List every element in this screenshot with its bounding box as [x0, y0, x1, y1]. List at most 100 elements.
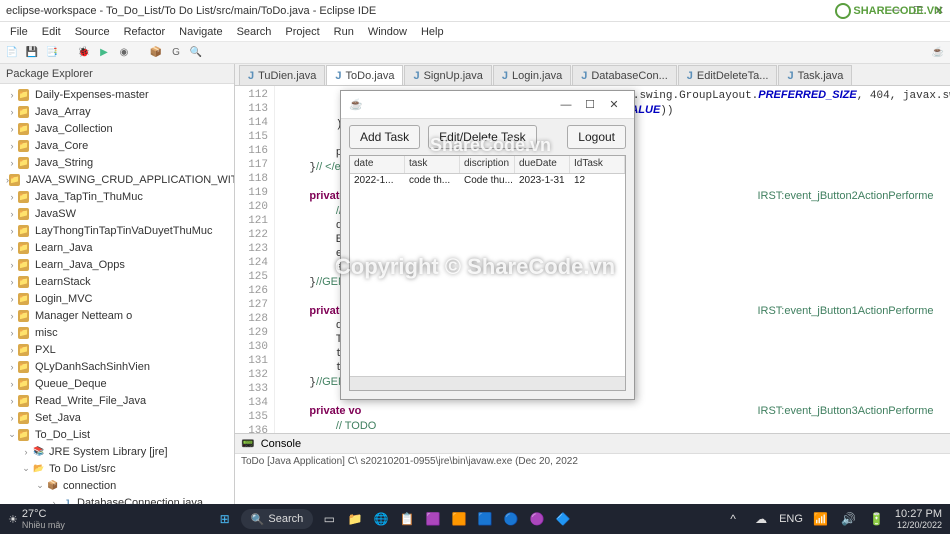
main-toolbar: 📄 💾 📑 🐞 ▶ ◉ 📦 G 🔍 ☕: [0, 42, 950, 64]
menu-navigate[interactable]: Navigate: [173, 24, 228, 40]
menu-edit[interactable]: Edit: [36, 24, 67, 40]
tray-chevron-icon[interactable]: ^: [723, 509, 743, 529]
console-title[interactable]: Console: [261, 438, 301, 450]
tree-item[interactable]: ›📁JavaSW: [0, 205, 234, 222]
java-file-icon: J: [787, 70, 793, 82]
package-explorer-tree[interactable]: ›📁Daily-Expenses-master›📁Java_Array›📁Jav…: [0, 84, 234, 513]
language-indicator[interactable]: ENG: [779, 513, 803, 525]
menu-project[interactable]: Project: [279, 24, 325, 40]
windows-taskbar[interactable]: ☀ 27°C Nhiều mây ⊞ 🔍Search ▭ 📁 🌐 📋 🟪 🟧 🟦…: [0, 504, 950, 534]
tree-item[interactable]: ›📁Read_Write_File_Java: [0, 392, 234, 409]
menu-window[interactable]: Window: [362, 24, 413, 40]
tree-item[interactable]: ›📁LearnStack: [0, 273, 234, 290]
dialog-titlebar[interactable]: ☕ — ☐ ✕: [341, 91, 634, 119]
save-icon[interactable]: 💾: [24, 45, 40, 61]
weather-text: Nhiều mây: [22, 520, 65, 530]
tree-item[interactable]: ›📁Java_TapTin_ThuMuc: [0, 188, 234, 205]
tree-item[interactable]: ›📁QLyDanhSachSinhVien: [0, 358, 234, 375]
logout-button[interactable]: Logout: [567, 125, 626, 149]
column-header[interactable]: date: [350, 156, 405, 173]
clock[interactable]: 10:27 PM 12/20/2022: [895, 508, 942, 530]
editor-tab[interactable]: JSignUp.java: [404, 65, 491, 85]
tree-item[interactable]: ›📁Learn_Java: [0, 239, 234, 256]
new-icon[interactable]: 📄: [4, 45, 20, 61]
pkg-icon: 📦: [46, 479, 60, 493]
tree-item[interactable]: ›📁Queue_Deque: [0, 375, 234, 392]
eclipse-icon[interactable]: 🟣: [527, 509, 547, 529]
coverage-icon[interactable]: ◉: [116, 45, 132, 61]
proj-icon: 📁: [18, 360, 32, 374]
tree-item[interactable]: ›📁Learn_Java_Opps: [0, 256, 234, 273]
editor-tab[interactable]: JToDo.java: [326, 65, 403, 85]
word-icon[interactable]: 🔷: [553, 509, 573, 529]
menu-search[interactable]: Search: [231, 24, 278, 40]
package-icon[interactable]: 📦: [148, 45, 164, 61]
tree-item[interactable]: ›📁Daily-Expenses-master: [0, 86, 234, 103]
window-title: eclipse-workspace - To_Do_List/To Do Lis…: [6, 5, 890, 17]
add-task-button[interactable]: Add Task: [349, 125, 420, 149]
tree-item[interactable]: ›📁Login_MVC: [0, 290, 234, 307]
app-icon-2[interactable]: 🟪: [423, 509, 443, 529]
task-table[interactable]: datetaskdiscriptiondueDateIdTask 2022-1.…: [349, 155, 626, 391]
volume-icon[interactable]: 🔊: [839, 509, 859, 529]
dialog-maximize-button[interactable]: ☐: [578, 98, 602, 111]
tree-item[interactable]: ›📁misc: [0, 324, 234, 341]
dialog-close-button[interactable]: ✕: [602, 98, 626, 111]
explorer-icon[interactable]: 📁: [345, 509, 365, 529]
perspective-java-icon[interactable]: ☕: [930, 45, 946, 61]
tree-item[interactable]: ›📁Java_Array: [0, 103, 234, 120]
table-cell: 2022-1...: [350, 174, 405, 190]
menu-source[interactable]: Source: [69, 24, 116, 40]
proj-icon: 📁: [9, 173, 23, 187]
taskbar-search[interactable]: 🔍Search: [241, 509, 314, 529]
onedrive-icon[interactable]: ☁: [751, 509, 771, 529]
menu-help[interactable]: Help: [415, 24, 450, 40]
column-header[interactable]: dueDate: [515, 156, 570, 173]
tree-item[interactable]: ›📚JRE System Library [jre]: [0, 443, 234, 460]
column-header[interactable]: IdTask: [570, 156, 625, 173]
tree-item[interactable]: ›📁PXL: [0, 341, 234, 358]
tree-item[interactable]: ›📁Java_String: [0, 154, 234, 171]
run-icon[interactable]: ▶: [96, 45, 112, 61]
editor-tab[interactable]: JDatabaseCon...: [572, 65, 677, 85]
tree-item[interactable]: ›📁Set_Java: [0, 409, 234, 426]
menu-run[interactable]: Run: [328, 24, 360, 40]
column-header[interactable]: discription: [460, 156, 515, 173]
app-icon[interactable]: 📋: [397, 509, 417, 529]
table-scrollbar[interactable]: [350, 376, 625, 390]
menu-file[interactable]: File: [4, 24, 34, 40]
weather-widget[interactable]: ☀ 27°C Nhiều mây: [8, 508, 65, 530]
type-icon[interactable]: G: [168, 45, 184, 61]
tree-item[interactable]: ›📁LayThongTinTapTinVaDuyetThuMuc: [0, 222, 234, 239]
table-row[interactable]: 2022-1...code th...Code thu...2023-1-311…: [350, 174, 625, 190]
editor-tab[interactable]: JTask.java: [778, 65, 852, 85]
tree-item[interactable]: ⌄📁To_Do_List: [0, 426, 234, 443]
tree-item[interactable]: ›📁Java_Collection: [0, 120, 234, 137]
app-icon-3[interactable]: 🟧: [449, 509, 469, 529]
taskview-icon[interactable]: ▭: [319, 509, 339, 529]
package-explorer-header: Package Explorer: [0, 64, 234, 84]
app-icon-4[interactable]: 🟦: [475, 509, 495, 529]
edit-delete-task-button[interactable]: Edit/Delete Task: [428, 125, 537, 149]
editor-tab[interactable]: JLogin.java: [493, 65, 571, 85]
proj-icon: 📁: [18, 139, 32, 153]
debug-icon[interactable]: 🐞: [76, 45, 92, 61]
chrome-icon[interactable]: 🔵: [501, 509, 521, 529]
save-all-icon[interactable]: 📑: [44, 45, 60, 61]
tree-item[interactable]: ›📁Java_Core: [0, 137, 234, 154]
battery-icon[interactable]: 🔋: [867, 509, 887, 529]
proj-icon: 📁: [18, 309, 32, 323]
tree-item[interactable]: ⌄📂To Do List/src: [0, 460, 234, 477]
start-icon[interactable]: ⊞: [215, 509, 235, 529]
dialog-minimize-button[interactable]: —: [554, 99, 578, 111]
tree-item[interactable]: ›📁JAVA_SWING_CRUD_APPLICATION_WITH_SOURC…: [0, 171, 234, 188]
tree-item[interactable]: ⌄📦connection: [0, 477, 234, 494]
edge-icon[interactable]: 🌐: [371, 509, 391, 529]
search-icon[interactable]: 🔍: [188, 45, 204, 61]
tree-item[interactable]: ›📁Manager Netteam o: [0, 307, 234, 324]
editor-tab[interactable]: JTuDien.java: [239, 65, 325, 85]
wifi-icon[interactable]: 📶: [811, 509, 831, 529]
editor-tab[interactable]: JEditDeleteTa...: [678, 65, 778, 85]
column-header[interactable]: task: [405, 156, 460, 173]
menu-refactor[interactable]: Refactor: [118, 24, 172, 40]
